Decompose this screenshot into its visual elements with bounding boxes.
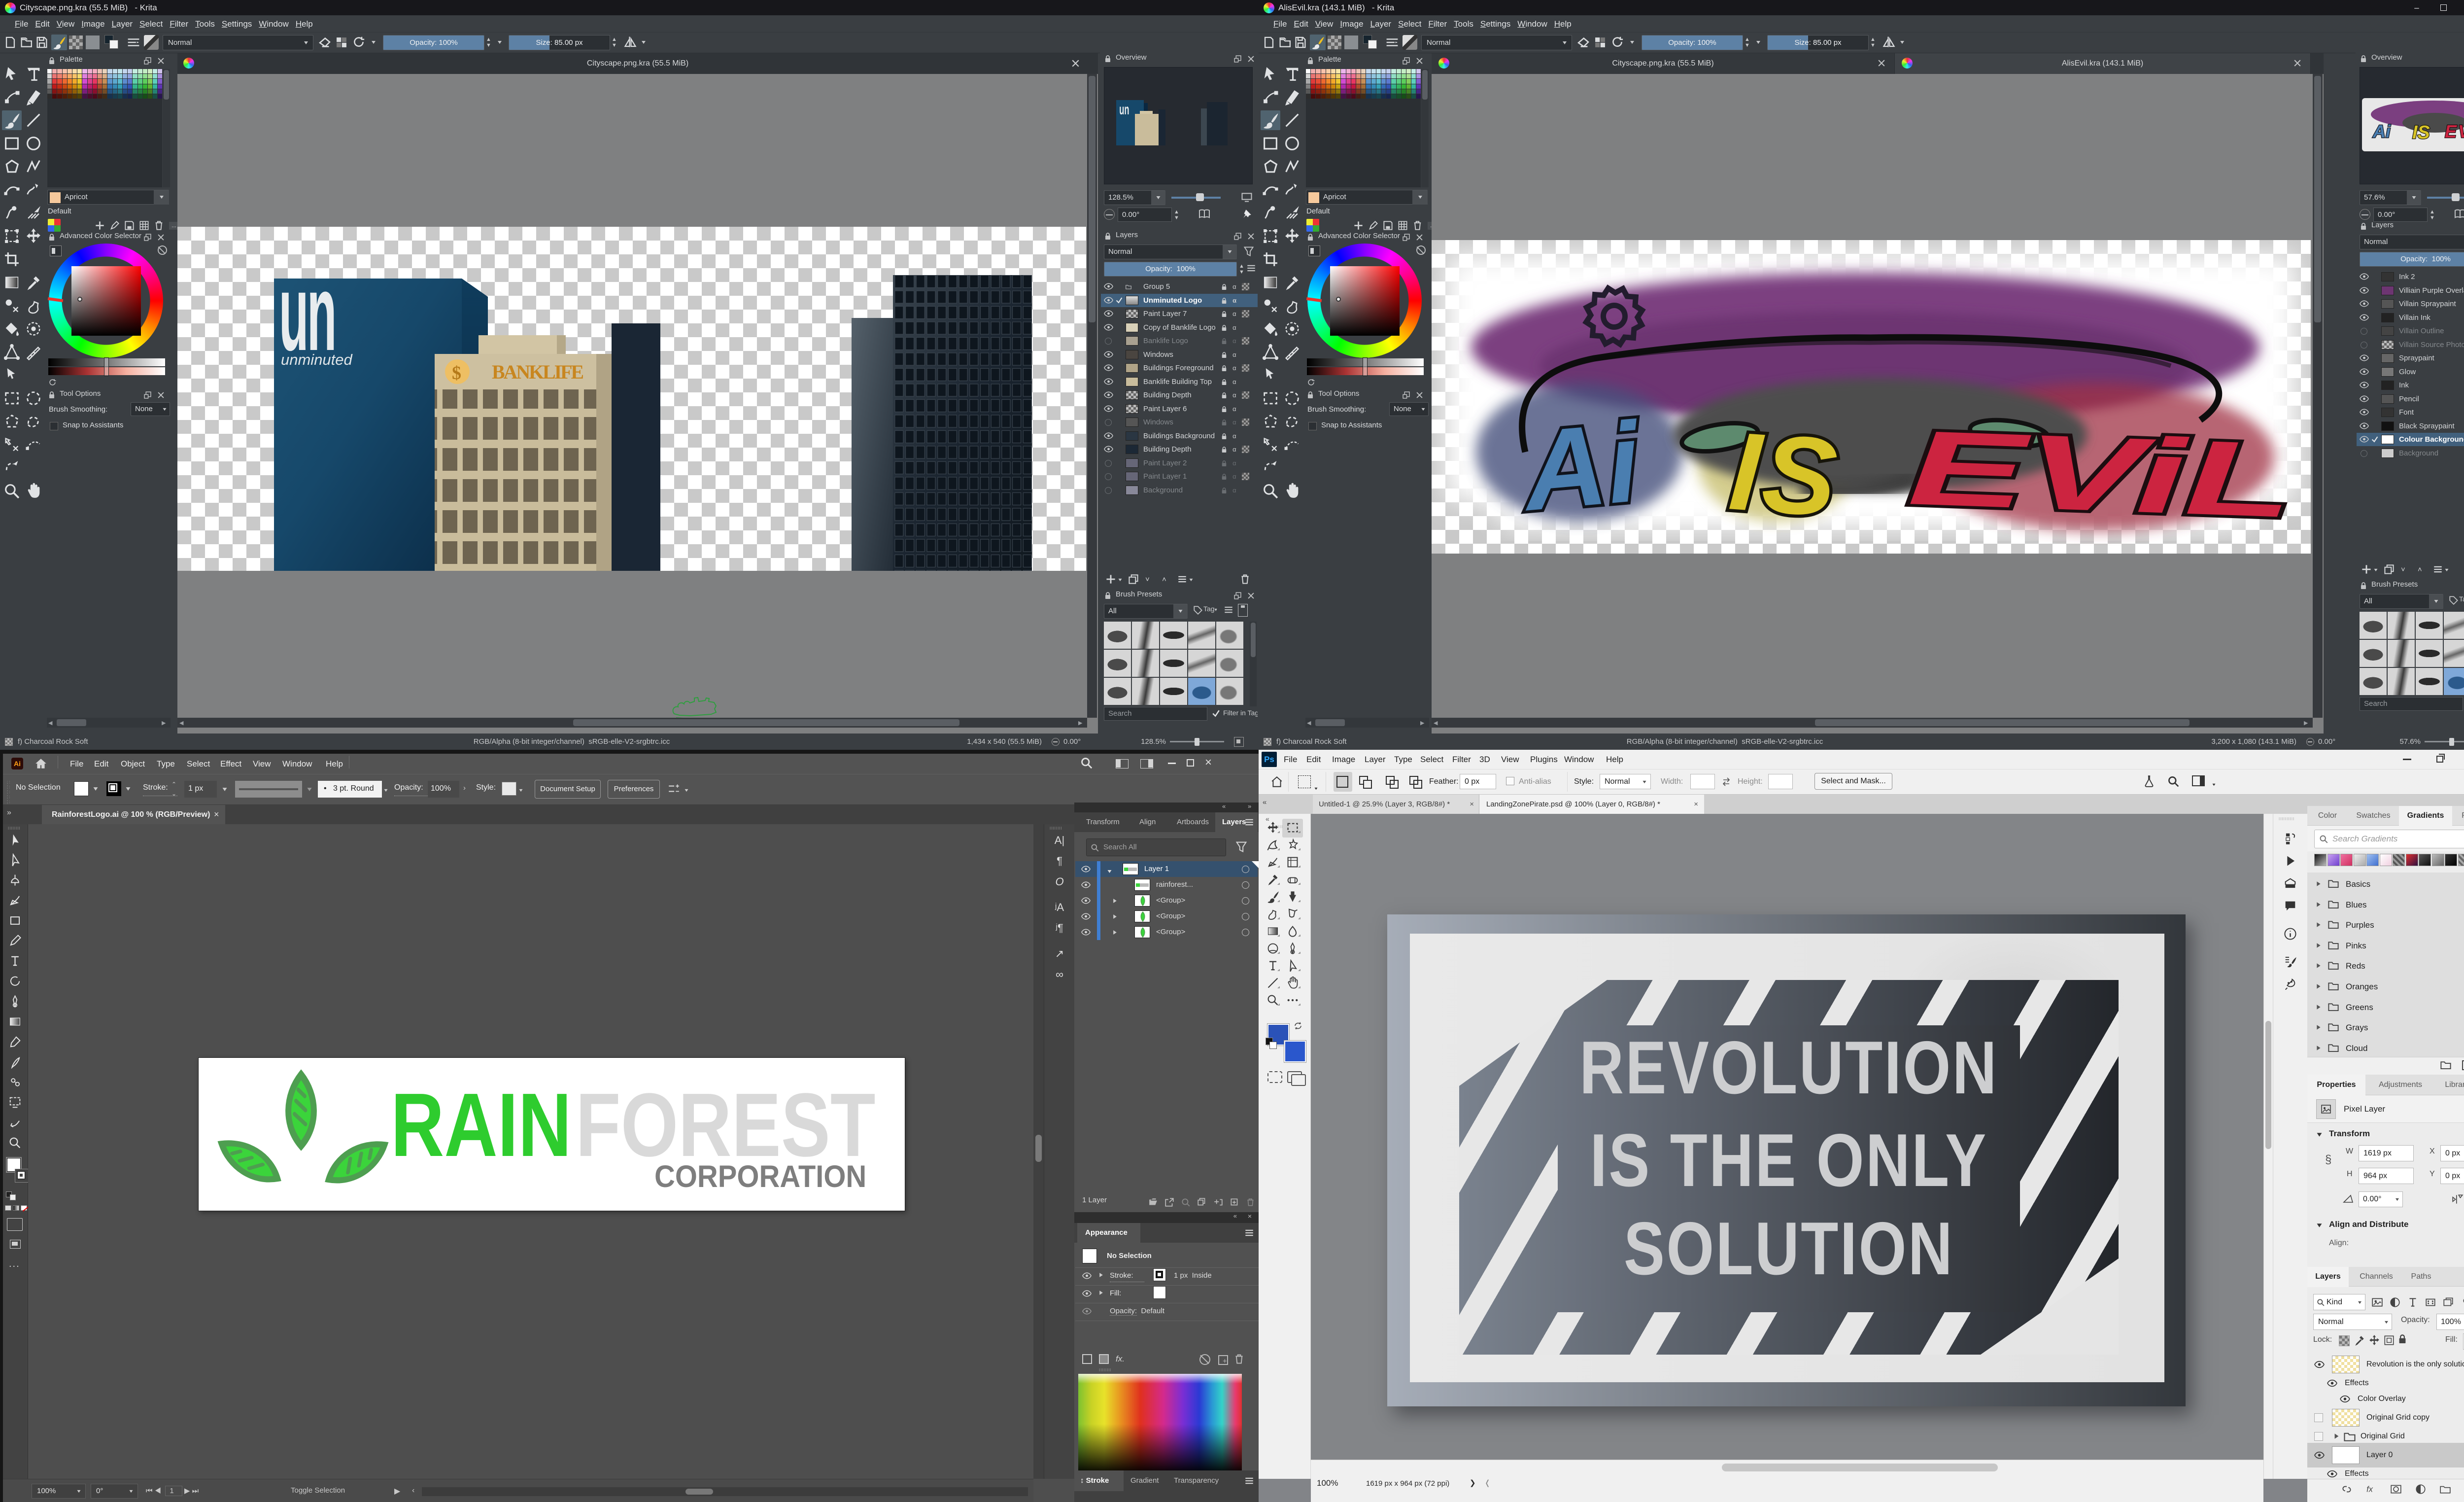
svg-text:BANKLIFE: BANKLIFE — [492, 361, 585, 383]
svg-text:EViL: EViL — [1906, 408, 2294, 540]
svg-text:IS: IS — [1726, 408, 1843, 540]
svg-text:fx: fx — [2366, 1485, 2373, 1494]
svg-text:EViL: EViL — [2445, 121, 2464, 141]
svg-text:unminuted: unminuted — [281, 351, 353, 368]
svg-text:un: un — [1119, 102, 1129, 118]
svg-text:CORPORATION: CORPORATION — [654, 1159, 866, 1194]
svg-text:Ai: Ai — [1516, 398, 1646, 534]
svg-text:$: $ — [452, 363, 461, 384]
svg-text:RAIN: RAIN — [391, 1075, 572, 1175]
svg-text:Ai: Ai — [2372, 121, 2391, 141]
svg-text:IS: IS — [2412, 122, 2430, 143]
